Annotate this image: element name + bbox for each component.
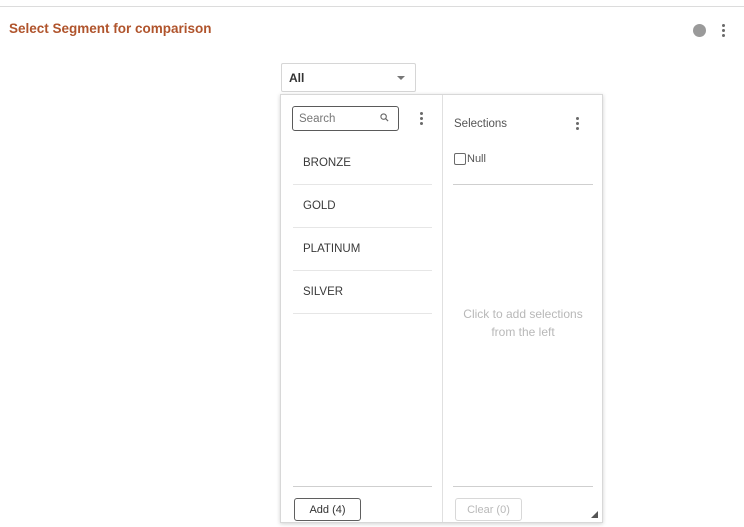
segment-select[interactable]: All (281, 63, 416, 92)
selections-title: Selections (454, 118, 508, 130)
list-item-label: GOLD (303, 200, 336, 212)
selections-divider-top (453, 184, 593, 185)
list-item-bronze[interactable]: BRONZE (293, 143, 432, 185)
list-item-label: SILVER (303, 286, 344, 298)
selections-menu-icon[interactable] (575, 117, 579, 130)
list-divider-bottom (293, 486, 432, 487)
segment-dropdown-panel: BRONZE GOLD PLATINUM SILVER Selections N… (280, 94, 603, 523)
chevron-down-icon (397, 76, 405, 80)
search-icon[interactable] (380, 113, 389, 122)
search-box[interactable] (292, 106, 399, 131)
list-item-label: BRONZE (303, 157, 351, 169)
resize-handle-icon[interactable] (591, 511, 598, 518)
panel-menu-icon[interactable] (721, 24, 725, 37)
panel-title: Select Segment for comparison (9, 21, 212, 36)
list-item-gold[interactable]: GOLD (293, 186, 432, 228)
null-option[interactable]: Null (454, 153, 486, 165)
list-item-platinum[interactable]: PLATINUM (293, 229, 432, 271)
column-divider (442, 95, 443, 522)
clear-button[interactable]: Clear (0) (455, 498, 522, 521)
selections-divider-bottom (453, 486, 593, 487)
segment-select-value: All (289, 71, 305, 85)
top-divider (0, 6, 744, 7)
null-checkbox[interactable] (454, 153, 466, 165)
list-item-label: PLATINUM (303, 243, 361, 255)
list-item-silver[interactable]: SILVER (293, 272, 432, 314)
add-button[interactable]: Add (4) (294, 498, 361, 521)
list-menu-icon[interactable] (419, 112, 423, 125)
search-input[interactable] (299, 110, 375, 127)
status-indicator-icon (693, 24, 706, 37)
null-label: Null (467, 153, 486, 165)
selections-empty-message: Click to add selections from the left (463, 307, 583, 339)
